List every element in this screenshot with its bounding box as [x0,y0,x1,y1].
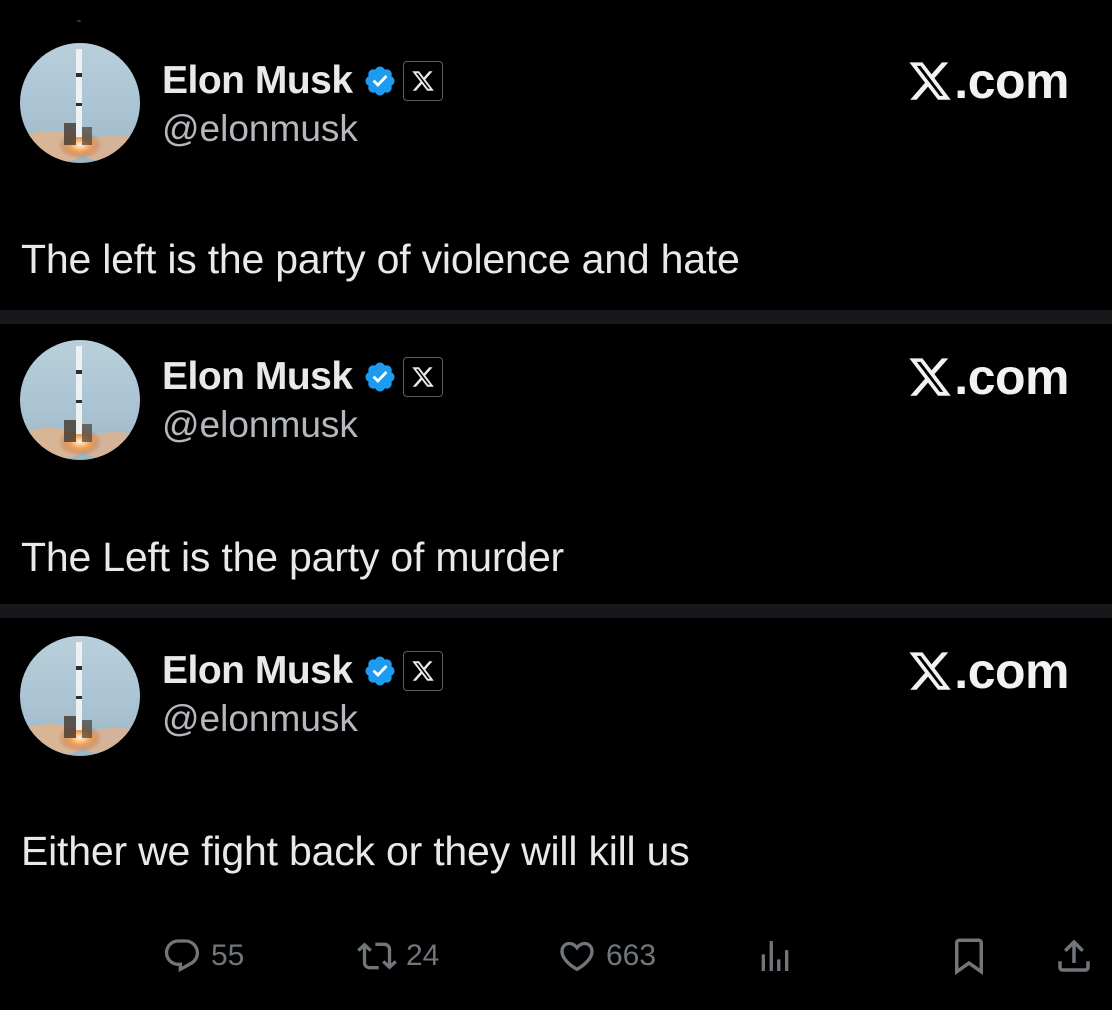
x-logo-icon [909,358,952,396]
post-divider [0,604,1112,618]
author-row: Elon Musk [162,355,443,399]
author-name[interactable]: Elon Musk [162,649,353,693]
post-action-bar: 55 24 663 [0,925,1112,987]
brand-domain: .com [954,643,1069,699]
repost-count: 24 [406,939,440,972]
avatar[interactable] [20,340,140,460]
bookmark-button[interactable] [948,925,990,987]
bookmark-icon [955,938,983,976]
author-handle[interactable]: @elonmusk [162,404,358,446]
views-button[interactable] [755,925,795,987]
post-text: Either we fight back or they will kill u… [21,828,690,874]
like-count: 663 [606,939,657,972]
repost-icon [357,942,397,970]
author-handle[interactable]: @elonmusk [162,108,358,150]
x-affiliation-badge-icon[interactable] [402,651,443,691]
share-button[interactable] [1053,925,1095,987]
post-text: The Left is the party of murder [21,534,564,580]
like-icon [560,941,594,972]
rocket-launch-avatar-image [20,340,140,460]
x-com-brand: .com [907,52,1069,110]
author-row: Elon Musk [162,59,443,103]
author-name[interactable]: Elon Musk [162,59,353,103]
share-icon [1058,939,1090,972]
brand-domain: .com [954,53,1069,109]
like-button[interactable]: 663 [557,925,656,987]
reply-button[interactable]: 55 [162,925,244,987]
post-card-2[interactable]: Elon Musk @elonmusk .com The Left is the… [0,324,1112,604]
post-text: The left is the party of violence and ha… [21,236,740,282]
reply-icon [164,939,200,973]
reply-count: 55 [211,939,245,972]
repost-button[interactable]: 24 [357,925,439,987]
verified-badge-icon[interactable] [363,654,397,688]
post-stack: Elon Musk @elonmusk .com The left is the… [0,0,1112,1010]
post-divider [0,310,1112,324]
brand-domain: .com [954,349,1069,405]
x-affiliation-badge-icon[interactable] [402,357,443,397]
author-row: Elon Musk [162,649,443,693]
verified-badge-icon[interactable] [363,64,397,98]
verified-badge-icon[interactable] [363,360,397,394]
avatar[interactable] [20,43,140,163]
author-handle[interactable]: @elonmusk [162,698,358,740]
top-strip [0,0,1112,30]
rocket-launch-avatar-image [20,43,140,163]
x-logo-icon [909,652,952,690]
x-logo-icon [909,62,952,100]
views-icon [761,941,789,971]
x-affiliation-badge-icon[interactable] [402,61,443,101]
rocket-launch-avatar-image [20,636,140,756]
x-com-brand: .com [907,642,1069,700]
post-card-1[interactable]: Elon Musk @elonmusk .com The left is the… [0,22,1112,310]
x-com-brand: .com [907,348,1069,406]
avatar[interactable] [20,636,140,756]
author-name[interactable]: Elon Musk [162,355,353,399]
